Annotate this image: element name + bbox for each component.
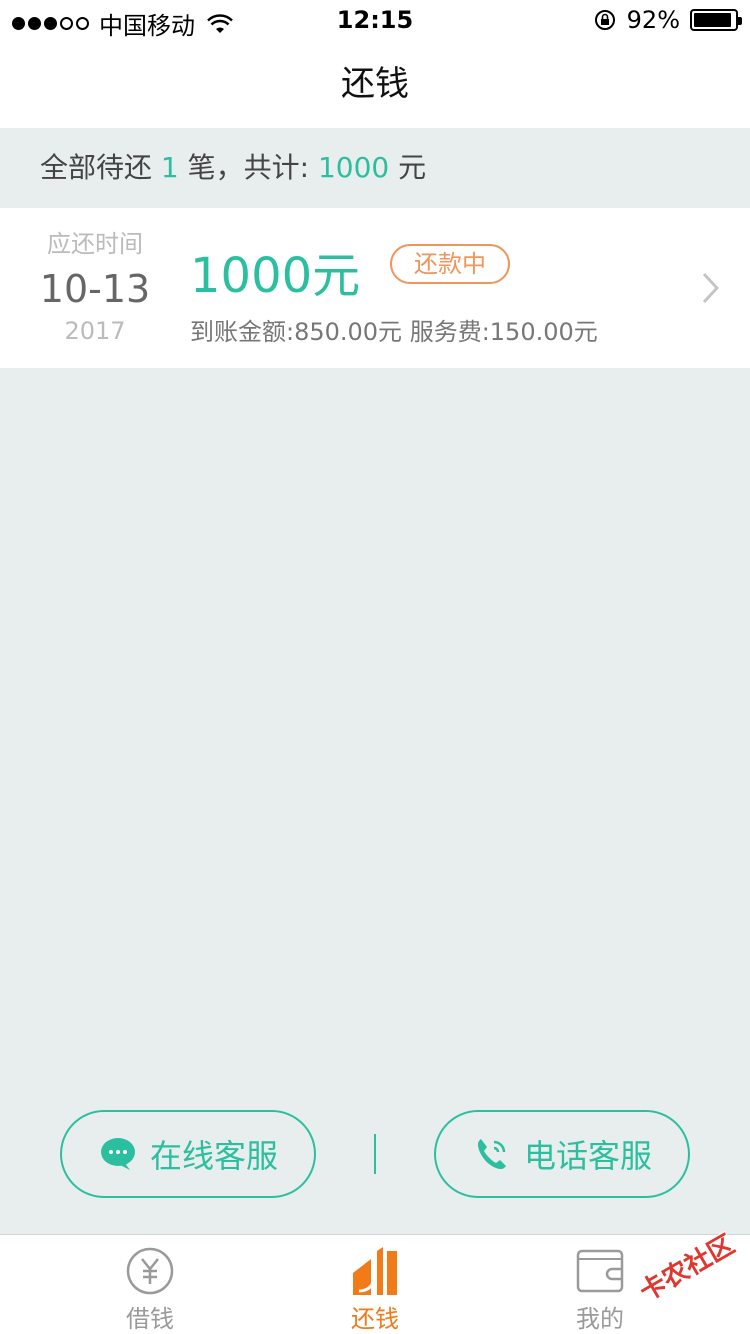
due-date-column: 应还时间 10-13 2017	[20, 224, 170, 345]
battery-percent: 92%	[626, 6, 680, 34]
tab-repay-label: 还钱	[351, 1305, 399, 1333]
nav-bar: 还钱	[0, 40, 750, 128]
online-service-label: 在线客服	[149, 1137, 278, 1175]
wallet-icon	[576, 1249, 624, 1293]
status-bar: 中国移动 12:15 92%	[0, 0, 750, 40]
summary-prefix: 全部待还	[40, 151, 161, 184]
summary-total: 1000	[317, 151, 390, 184]
status-right: 92%	[593, 6, 742, 34]
repay-icon	[353, 1247, 397, 1295]
tab-borrow-label: 借钱	[126, 1305, 174, 1333]
loan-list-item[interactable]: 应还时间 10-13 2017 1000元 还款中 到账金额:850.00元 服…	[0, 208, 750, 368]
page-title: 还钱	[341, 64, 409, 104]
loan-detail: 到账金额:850.00元 服务费:150.00元	[190, 318, 598, 346]
repayment-summary: 全部待还 1 笔，共计: 1000 元	[0, 128, 750, 208]
due-date: 10-13	[39, 267, 151, 311]
summary-suffix: 元	[389, 151, 427, 184]
phone-service-button[interactable]: 电话客服	[434, 1110, 690, 1198]
due-label: 应还时间	[47, 230, 143, 258]
tab-repay[interactable]: 还钱	[250, 1235, 500, 1334]
chevron-right-icon	[702, 272, 720, 304]
chat-bubble-icon	[100, 1138, 135, 1170]
online-service-button[interactable]: 在线客服	[60, 1110, 316, 1198]
summary-count: 1	[160, 151, 179, 184]
due-year: 2017	[64, 317, 126, 345]
battery-icon	[690, 9, 742, 31]
status-badge: 还款中	[390, 244, 510, 284]
screen: 中国移动 12:15 92% 还钱 全部待还 1 笔，共计: 1000 元 应还…	[0, 0, 750, 1334]
phone-icon	[477, 1139, 506, 1170]
button-divider	[374, 1134, 376, 1174]
loan-amount: 1000元	[190, 248, 361, 304]
yuan-circle-icon	[126, 1247, 174, 1295]
tab-mine-label: 我的	[576, 1305, 624, 1333]
summary-middle: 笔，共计:	[178, 151, 318, 184]
rotation-lock-icon	[594, 10, 615, 30]
tab-borrow[interactable]: 借钱	[25, 1235, 275, 1334]
battery-fill	[694, 13, 731, 27]
phone-service-label: 电话客服	[523, 1137, 652, 1175]
